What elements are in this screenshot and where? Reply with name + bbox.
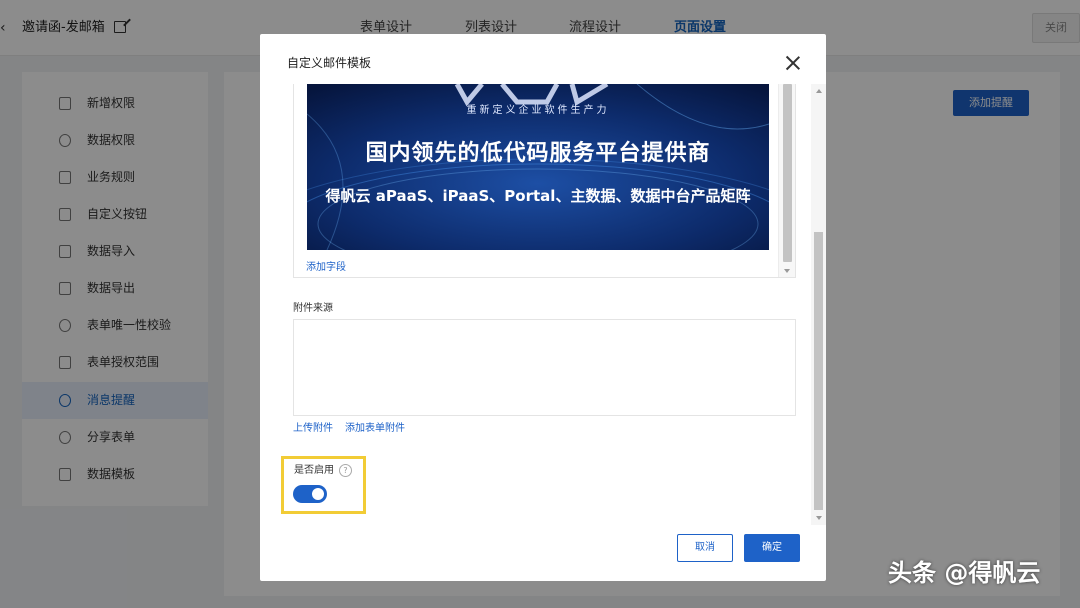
toggle-knob [312, 488, 324, 500]
scroll-down-icon[interactable] [816, 516, 822, 520]
scroll-up-icon[interactable] [816, 89, 822, 93]
close-icon[interactable] [784, 54, 802, 72]
editor-scrollbar[interactable] [778, 84, 795, 277]
scroll-down-icon[interactable] [784, 269, 790, 273]
modal-scroll-thumb[interactable] [814, 232, 823, 510]
banner-slogan: 重新定义企业软件生产力 [466, 105, 610, 116]
banner-title: 国内领先的低代码服务平台提供商 [365, 141, 711, 166]
watermark: 头条 @得帆云 [888, 559, 1041, 587]
add-field-link[interactable]: 添加字段 [306, 261, 346, 275]
modal-scrollbar[interactable] [811, 84, 826, 525]
ok-button[interactable]: 确定 [744, 534, 800, 562]
help-icon[interactable]: ? [339, 464, 352, 477]
upload-attachment-link[interactable]: 上传附件 [293, 422, 333, 436]
banner-subtitle: 得帆云 aPaaS、iPaaS、Portal、主数据、数据中台产品矩阵 [325, 187, 751, 205]
enable-label: 是否启用 [294, 465, 334, 476]
cancel-button[interactable]: 取消 [677, 534, 733, 562]
editor-scroll-thumb[interactable] [783, 84, 792, 262]
attachment-source-label: 附件来源 [293, 303, 333, 314]
enable-setting-highlight: 是否启用 ? [281, 456, 366, 514]
enable-toggle[interactable] [293, 485, 327, 503]
attachment-source-box[interactable] [293, 319, 796, 416]
add-form-attachment-link[interactable]: 添加表单附件 [345, 422, 405, 436]
email-editor[interactable]: 重新定义企业软件生产力 国内领先的低代码服务平台提供商 得帆云 aPaaS、iP… [293, 84, 796, 278]
banner-image: 重新定义企业软件生产力 国内领先的低代码服务平台提供商 得帆云 aPaaS、iP… [307, 84, 769, 250]
modal-title: 自定义邮件模板 [287, 56, 372, 70]
email-template-modal: 自定义邮件模板 重新定义企业软件生产力 国内领先的低代码服务平台提供商 得帆云 … [260, 34, 826, 581]
